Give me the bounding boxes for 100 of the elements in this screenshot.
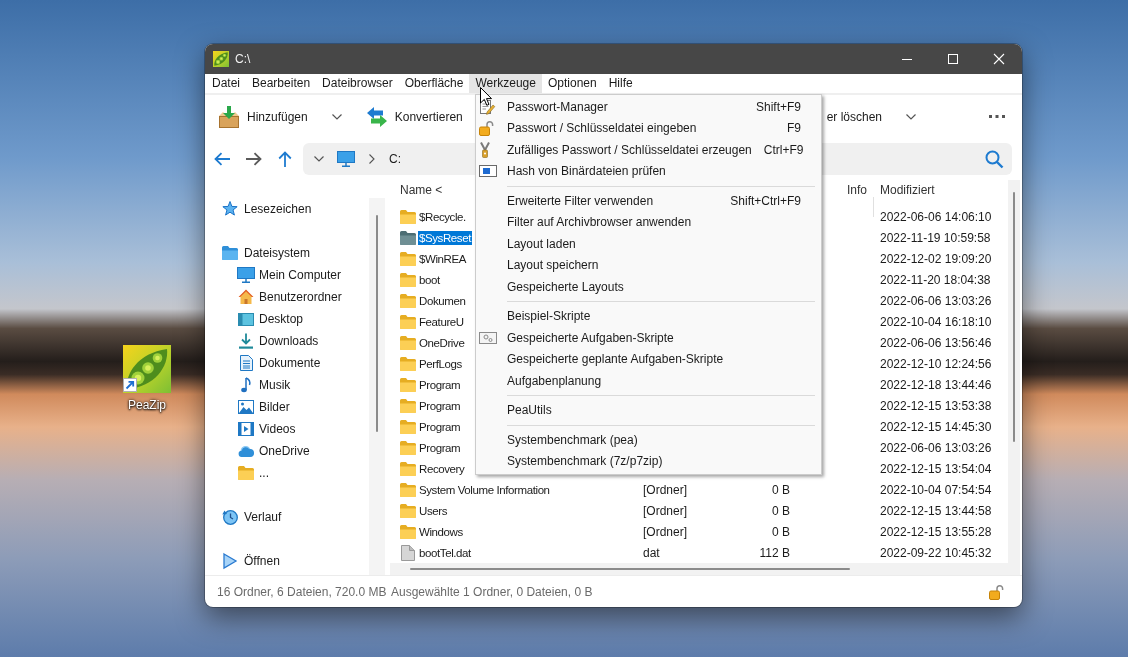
chevron-right-icon: [369, 154, 375, 164]
file-size: 0 B: [772, 503, 790, 518]
file-name[interactable]: $SysReset: [418, 230, 472, 245]
modified-date: 2022-12-15 13:55:28: [880, 524, 992, 539]
file-name[interactable]: boot: [418, 272, 441, 287]
chevron-down-icon: [906, 113, 916, 120]
desktop-icon: [238, 312, 254, 326]
modified-date: 2022-06-06 14:06:10: [880, 209, 992, 224]
download-icon: [238, 333, 254, 349]
music-note-icon: [241, 377, 251, 393]
sidebar-item[interactable]: Downloads: [238, 330, 319, 352]
up-arrow-icon[interactable]: [278, 151, 292, 167]
file-name[interactable]: System Volume Information: [418, 482, 551, 497]
menu-bar-item[interactable]: Datei: [206, 74, 246, 93]
sidebar-item[interactable]: Verlauf: [222, 506, 282, 528]
menu-item[interactable]: Zufälliges Passwort / Schlüsseldatei erzeugen: [507, 142, 752, 157]
pea-pod-icon[interactable]: [123, 345, 171, 393]
column-header[interactable]: Name <: [400, 183, 443, 197]
menu-item[interactable]: PeaUtils: [507, 403, 552, 418]
menu-item[interactable]: Passwort-Manager: [507, 99, 608, 114]
menu-bar-item[interactable]: Optionen: [541, 74, 603, 93]
more-icon[interactable]: [989, 115, 1005, 118]
file-name[interactable]: PerfLogs: [418, 356, 463, 371]
file-name[interactable]: bootTel.dat: [418, 545, 472, 560]
menu-bar-item[interactable]: Dateibrowser: [316, 74, 399, 93]
toolbar-button[interactable]: Konvertieren: [364, 101, 464, 132]
menu-item[interactable]: Layout laden: [507, 236, 576, 251]
box-with-arrow-icon: [218, 105, 240, 128]
monitor-icon[interactable]: [337, 151, 355, 167]
sidebar-item[interactable]: Musik: [238, 374, 291, 396]
column-header[interactable]: Modifiziert: [880, 183, 935, 197]
folder-icon: [400, 209, 416, 224]
gears-window-icon: [479, 331, 497, 344]
clock-icon: [222, 509, 238, 525]
file-name[interactable]: Program: [418, 419, 462, 434]
file-name[interactable]: Users: [418, 503, 449, 518]
sidebar-item[interactable]: Bilder: [238, 396, 290, 418]
folder-icon: [400, 440, 416, 455]
menu-bar-item[interactable]: Oberfläche: [398, 74, 470, 93]
file-name[interactable]: Program: [418, 377, 462, 392]
column-header[interactable]: Info: [847, 183, 867, 197]
folder-icon: [400, 293, 416, 308]
sidebar-item[interactable]: Desktop: [238, 308, 304, 330]
modified-date: 2022-12-10 12:24:56: [880, 356, 992, 371]
folder-icon: [400, 503, 416, 518]
path-segment[interactable]: C:: [389, 152, 401, 166]
sidebar-item[interactable]: Dokumente: [238, 352, 321, 374]
menu-item[interactable]: Filter auf Archivbrowser anwenden: [507, 215, 692, 230]
modified-date: 2022-06-06 13:03:26: [880, 293, 992, 308]
scrollbar-thumb[interactable]: [1013, 192, 1015, 442]
menu-bar-item[interactable]: Werkzeuge: [469, 74, 542, 93]
file-name[interactable]: Recovery: [418, 461, 466, 476]
menu-item[interactable]: Passwort / Schlüsseldatei eingeben: [507, 121, 697, 136]
toolbar-button[interactable]: er löschen: [825, 105, 917, 128]
toolbar-button[interactable]: Hinzufügen: [217, 101, 343, 132]
file-name[interactable]: Program: [418, 398, 462, 413]
menu-bar-item[interactable]: Bearbeiten: [246, 74, 317, 93]
file-name[interactable]: Windows: [418, 524, 464, 539]
menu-item[interactable]: Gespeicherte geplante Aufgaben-Skripte: [507, 352, 724, 367]
menu-item[interactable]: Systembenchmark (7z/p7zip): [507, 454, 663, 469]
keyboard-shortcut: Ctrl+F9: [762, 142, 804, 157]
file-name[interactable]: Program: [418, 440, 462, 455]
file-name[interactable]: FeatureU: [418, 314, 465, 329]
sidebar-item[interactable]: Benutzerordner: [238, 286, 342, 308]
sidebar-item[interactable]: Videos: [238, 418, 296, 440]
sidebar-item[interactable]: Mein Computer: [238, 264, 342, 286]
file-name[interactable]: $Recycle.: [418, 209, 467, 224]
menu-item[interactable]: Erweiterte Filter verwenden: [507, 193, 654, 208]
sidebar-item[interactable]: Dateisystem: [222, 242, 311, 264]
file-type: [Ordner]: [643, 482, 687, 497]
sidebar-item[interactable]: ...: [238, 462, 269, 484]
swap-arrows-icon: [365, 105, 388, 128]
file-name[interactable]: $WinREA: [418, 251, 468, 266]
menu-item[interactable]: Beispiel-Skripte: [507, 309, 591, 324]
menu-item[interactable]: Hash von Binärdateien prüfen: [507, 164, 666, 179]
modified-date: 2022-06-06 13:56:46: [880, 335, 992, 350]
chevron-down-icon[interactable]: [314, 156, 324, 162]
back-arrow-icon[interactable]: [214, 152, 230, 166]
forward-arrow-icon[interactable]: [246, 152, 262, 166]
status-text: 16 Ordner, 6 Dateien, 720.0 MB: [217, 584, 387, 599]
file-name[interactable]: OneDrive: [418, 335, 466, 350]
pliers-icon: [479, 141, 491, 158]
menu-bar-item[interactable]: Hilfe: [602, 74, 639, 93]
search-icon[interactable]: [985, 150, 1003, 168]
sidebar-item[interactable]: Öffnen: [222, 550, 280, 572]
scrollbar[interactable]: [1008, 180, 1020, 575]
keyboard-shortcut: Shift+F9: [754, 99, 801, 114]
menu-item[interactable]: Gespeicherte Layouts: [507, 279, 624, 294]
menu-item[interactable]: Gespeicherte Aufgaben-Skripte: [507, 330, 674, 345]
sidebar-item[interactable]: Lesezeichen: [222, 198, 312, 220]
scrollbar-thumb[interactable]: [376, 215, 378, 432]
scrollbar[interactable]: [369, 198, 385, 575]
scrollbar-thumb[interactable]: [410, 568, 850, 570]
sidebar-item[interactable]: OneDrive: [238, 440, 310, 462]
menu-item[interactable]: Layout speichern: [507, 258, 599, 273]
chevron-down-icon: [331, 113, 342, 120]
menu-item[interactable]: Aufgabenplanung: [507, 373, 602, 388]
menu-item[interactable]: Systembenchmark (pea): [507, 432, 638, 447]
scrollbar[interactable]: [390, 563, 1008, 575]
file-name[interactable]: Dokumen: [418, 293, 467, 308]
